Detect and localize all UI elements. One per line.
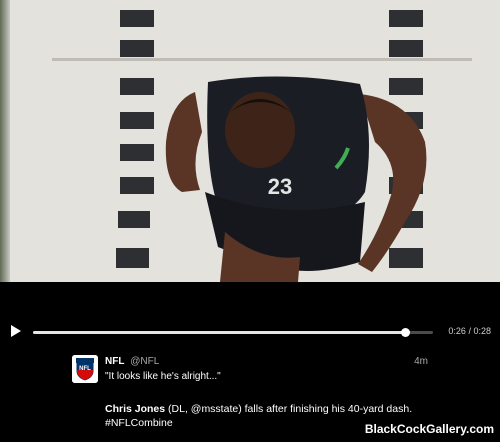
author-name[interactable]: NFL [105, 356, 124, 367]
jersey-number: 23 [268, 174, 292, 199]
duration: 0:28 [473, 326, 491, 336]
author-handle[interactable]: @NFL [130, 356, 159, 367]
video-controls: 0:26 / 0:28 [0, 318, 500, 348]
progress-handle[interactable] [401, 328, 410, 337]
progress-fill [33, 331, 405, 334]
athlete-name: Chris Jones [105, 403, 166, 415]
tweet-quote: "It looks like he's alright..." [105, 371, 221, 382]
progress-bar[interactable] [33, 328, 433, 337]
svg-text:NFL: NFL [79, 366, 91, 372]
hash-marks-left [116, 0, 154, 282]
time-readout: 0:26 / 0:28 [448, 326, 491, 336]
field-edge [0, 0, 10, 282]
tweet-header: NFL @NFL [105, 356, 159, 367]
watermark: BlackCockGallery.com [364, 422, 494, 436]
current-time: 0:26 [448, 326, 466, 336]
play-icon[interactable] [11, 325, 21, 337]
athlete-figure: 23 [165, 76, 427, 282]
nfl-logo-icon[interactable]: NFL [72, 355, 98, 383]
video-frame[interactable]: 23 [0, 0, 500, 282]
tweet-timestamp[interactable]: 4m [414, 356, 428, 367]
